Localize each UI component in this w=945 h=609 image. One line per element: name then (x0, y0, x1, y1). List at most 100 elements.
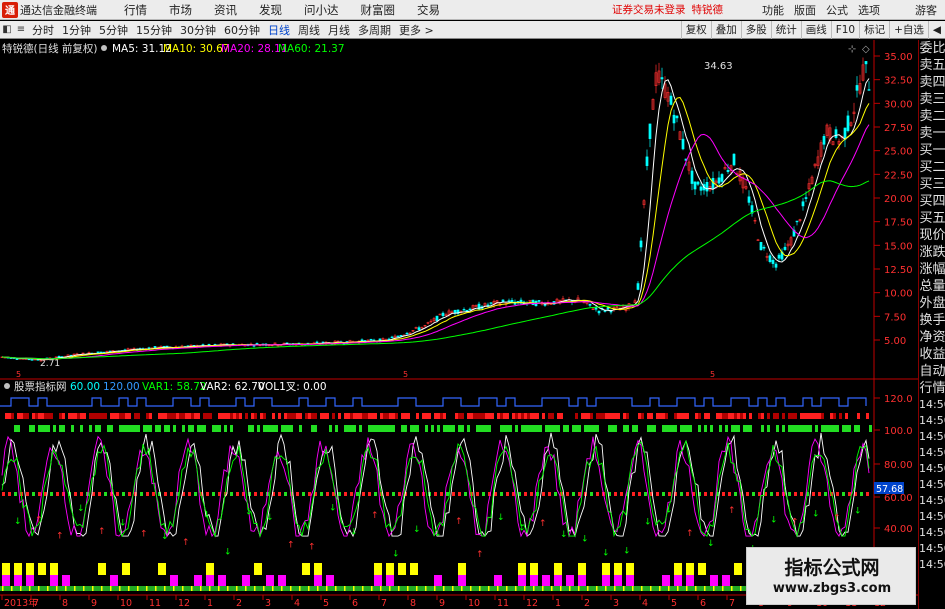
btn-collapse-panel[interactable]: ◀ (927, 21, 945, 39)
signal-band-green (674, 425, 677, 432)
price-pane[interactable]: 特锐德(日线 前复权) MA5: 31.12 MA10: 30.67 MA20:… (0, 42, 871, 379)
period-weekly[interactable]: 周线 (294, 22, 324, 38)
side-item-16[interactable]: 换手 (919, 312, 945, 329)
login-alert[interactable]: 证券交易未登录 (612, 2, 686, 17)
signal-band-green (815, 425, 818, 432)
signal-band-green (305, 425, 308, 432)
side-item-8[interactable]: 买三 (919, 176, 945, 193)
candle-body (399, 335, 403, 337)
collapse-icon[interactable]: ≡ (14, 23, 28, 37)
side-item-27[interactable]: 14:50 (919, 493, 945, 509)
menu-faxian[interactable]: 发现 (248, 2, 293, 18)
side-item-4[interactable]: 卖二 (919, 108, 945, 125)
menu-caifuquan[interactable]: 财富圈 (350, 2, 407, 18)
btn-huaxian[interactable]: 画线 (800, 21, 831, 39)
side-item-12[interactable]: 涨跌 (919, 244, 945, 261)
side-item-31[interactable]: 14:50 (919, 557, 945, 573)
period-monthly[interactable]: 月线 (324, 22, 354, 38)
btn-duogu[interactable]: 多股 (740, 21, 771, 39)
side-item-2[interactable]: 卖四 (919, 74, 945, 91)
btn-biaoji[interactable]: 标记 (859, 21, 889, 39)
side-item-14[interactable]: 总量 (919, 278, 945, 295)
side-item-6[interactable]: 买一 (919, 142, 945, 159)
side-item-26[interactable]: 14:50 (919, 477, 945, 493)
menu-jiaoyi[interactable]: 交易 (406, 2, 451, 18)
btn-zixuan[interactable]: +自选 (889, 21, 928, 39)
period-fenshi[interactable]: 分时 (28, 22, 58, 38)
period-more[interactable]: 更多 > (395, 22, 438, 38)
side-item-1[interactable]: 卖五 (919, 57, 945, 74)
side-item-25[interactable]: 14:50 (919, 461, 945, 477)
side-item-19[interactable]: 自动 (919, 363, 945, 380)
diamond-icon[interactable]: ◇ (862, 44, 870, 55)
menu-wenxiaoda[interactable]: 问小达 (293, 2, 350, 18)
period-15min[interactable]: 15分钟 (132, 22, 176, 38)
chart-area[interactable]: 特锐德(日线 前复权) MA5: 31.12 MA10: 30.67 MA20:… (0, 40, 945, 609)
side-item-9[interactable]: 买四 (919, 193, 945, 210)
menu-xuanxiang[interactable]: 选项 (853, 2, 885, 18)
period-multi[interactable]: 多周期 (354, 22, 395, 38)
quote-side-panel[interactable]: 委比 卖五 卖四 卖三 卖二 卖一 买一 买二 买三 买四 买五 现价 涨跌 涨幅 总量 外盘 换手 净资 收益 自动… (918, 40, 945, 609)
period-daily[interactable]: 日线 (264, 22, 294, 38)
side-item-22[interactable]: 14:50 (919, 413, 945, 429)
side-item-11[interactable]: 现价 (919, 227, 945, 244)
signal-band-green (746, 425, 749, 432)
side-item-0[interactable]: 委比 (919, 40, 945, 57)
settings-dot-icon[interactable] (101, 45, 107, 51)
signal-band-green (296, 425, 299, 432)
candle-body (390, 336, 394, 339)
signal-band-green (818, 425, 821, 432)
signal-band-red (365, 413, 368, 419)
side-item-18[interactable]: 收益 (919, 346, 945, 363)
period-60min[interactable]: 60分钟 (220, 22, 264, 38)
indicator-name[interactable]: 股票指标网 (14, 380, 67, 393)
menu-shichang[interactable]: 市场 (158, 2, 203, 18)
side-item-15[interactable]: 外盘 (919, 295, 945, 312)
side-item-13[interactable]: 涨幅 (919, 261, 945, 278)
kline-chart[interactable]: 特锐德(日线 前复权) MA5: 31.12 MA10: 30.67 MA20:… (0, 40, 918, 609)
event-mark-1[interactable]: 5 (16, 370, 21, 379)
signal-band-red (521, 413, 524, 419)
period-30min[interactable]: 30分钟 (176, 22, 220, 38)
menu-zixun[interactable]: 资讯 (203, 2, 248, 18)
bottom-tick (218, 586, 220, 591)
menu-gongneng[interactable]: 功能 (757, 2, 789, 18)
user-label[interactable]: 游客 (907, 2, 945, 18)
level-60-line (254, 492, 257, 496)
menu-banmian[interactable]: 版面 (789, 2, 821, 18)
side-item-30[interactable]: 14:50 (919, 541, 945, 557)
event-mark-3[interactable]: 5 (710, 370, 715, 379)
signal-band-red (299, 413, 302, 419)
menu-gongshi[interactable]: 公式 (821, 2, 853, 18)
side-item-23[interactable]: 14:50 (919, 429, 945, 445)
side-item-10[interactable]: 买五 (919, 210, 945, 227)
chart-mode-icon[interactable]: ◧ (0, 23, 14, 37)
event-mark-2[interactable]: 5 (403, 370, 408, 379)
signal-band-red (383, 413, 386, 419)
side-item-3[interactable]: 卖三 (919, 91, 945, 108)
side-item-28[interactable]: 14:50 (919, 509, 945, 525)
indicator-pane[interactable]: 股票指标网 60.00 120.00 VAR1: 58.72 VAR2: 62.… (0, 380, 874, 591)
side-item-20[interactable]: 行情 (919, 380, 945, 397)
signal-band-green (569, 425, 572, 432)
btn-tongji[interactable]: 统计 (770, 21, 801, 39)
indicator-settings-icon[interactable] (4, 383, 10, 389)
btn-diejia[interactable]: 叠加 (710, 21, 741, 39)
side-item-7[interactable]: 买二 (919, 159, 945, 176)
bottom-tick (623, 586, 625, 591)
btn-fuquan[interactable]: 复权 (680, 21, 711, 39)
signal-band-red (281, 413, 284, 419)
side-item-17[interactable]: 净资 (919, 329, 945, 346)
side-item-21[interactable]: 14:50 (919, 397, 945, 413)
btn-f10[interactable]: F10 (830, 21, 859, 39)
candle-body (462, 309, 466, 311)
side-item-24[interactable]: 14:50 (919, 445, 945, 461)
cross-icon[interactable]: ⊹ (848, 44, 856, 55)
side-item-29[interactable]: 14:50 (919, 525, 945, 541)
side-item-5[interactable]: 卖一 (919, 125, 945, 142)
stock-alert[interactable]: 特锐德 (692, 2, 724, 17)
bottom-tick (92, 586, 94, 591)
period-1min[interactable]: 1分钟 (58, 22, 95, 38)
period-5min[interactable]: 5分钟 (95, 22, 132, 38)
menu-hangqing[interactable]: 行情 (113, 2, 158, 18)
